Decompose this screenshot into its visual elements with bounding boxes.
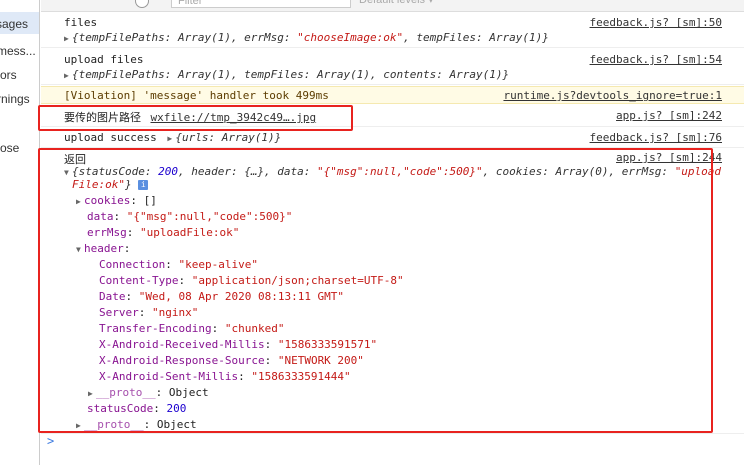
message-label: files: [64, 16, 98, 29]
sidebar-item-warnings[interactable]: rnings: [0, 92, 30, 106]
console-toolbar: Filter Default levels ▾: [41, 0, 744, 12]
sidebar-item-errors[interactable]: ors: [0, 68, 17, 82]
expand-triangle-icon[interactable]: ▶: [64, 34, 72, 43]
log-levels-dropdown[interactable]: Default levels ▾: [359, 0, 434, 8]
divider: [41, 433, 744, 434]
expand-triangle-icon[interactable]: ▶: [64, 71, 72, 80]
message-object[interactable]: ▶ {tempFilePaths: Array(1), errMsg: "choo…: [64, 31, 549, 44]
object-preview: {tempFilePaths: Array(1), errMsg:: [72, 31, 298, 44]
source-link[interactable]: feedback.js? [sm]:76: [590, 131, 722, 144]
sidebar-item-messages[interactable]: sages: [0, 17, 28, 31]
message-label: upload files: [64, 53, 144, 66]
highlight-box-path: [38, 105, 353, 131]
violation-text: [Violation] 'message' handler took 499ms: [64, 89, 329, 102]
highlight-box-response: [38, 148, 713, 433]
console-message: files ▶ {tempFilePaths: Array(1), errMsg:…: [41, 12, 744, 48]
object-preview: {urls: Array(1)}: [175, 131, 282, 144]
sidebar-item-verbose[interactable]: ose: [0, 141, 19, 155]
console-prompt[interactable]: >: [47, 434, 54, 448]
object-preview: {tempFilePaths: Array(1), tempFiles: Arr…: [72, 68, 510, 81]
object-preview-string: "chooseImage:ok": [297, 31, 404, 44]
source-link[interactable]: runtime.js?devtools_ignore=true:1: [503, 89, 722, 102]
object-preview-tail: , tempFiles: Array(1)}: [403, 31, 549, 44]
sidebar-item-user-messages[interactable]: mess...: [0, 44, 36, 58]
upload-success-label: upload success: [64, 131, 157, 144]
console-message: upload files ▶ {tempFilePaths: Array(1), …: [41, 49, 744, 85]
message-object[interactable]: ▶ {tempFilePaths: Array(1), tempFiles: Ar…: [64, 68, 509, 81]
filter-input[interactable]: Filter: [171, 0, 351, 8]
source-link[interactable]: app.js? [sm]:242: [616, 109, 722, 122]
message-label: upload success ▶ {urls: Array(1)}: [64, 131, 281, 144]
violation-message: [Violation] 'message' handler took 499ms…: [41, 86, 744, 104]
sidebar: sages mess... ors rnings ose: [0, 0, 40, 465]
console-message: upload success ▶ {urls: Array(1)} feedbac…: [41, 128, 744, 148]
source-link[interactable]: feedback.js? [sm]:54: [590, 53, 722, 66]
source-link[interactable]: feedback.js? [sm]:50: [590, 16, 722, 29]
clear-console-icon[interactable]: [135, 0, 149, 8]
